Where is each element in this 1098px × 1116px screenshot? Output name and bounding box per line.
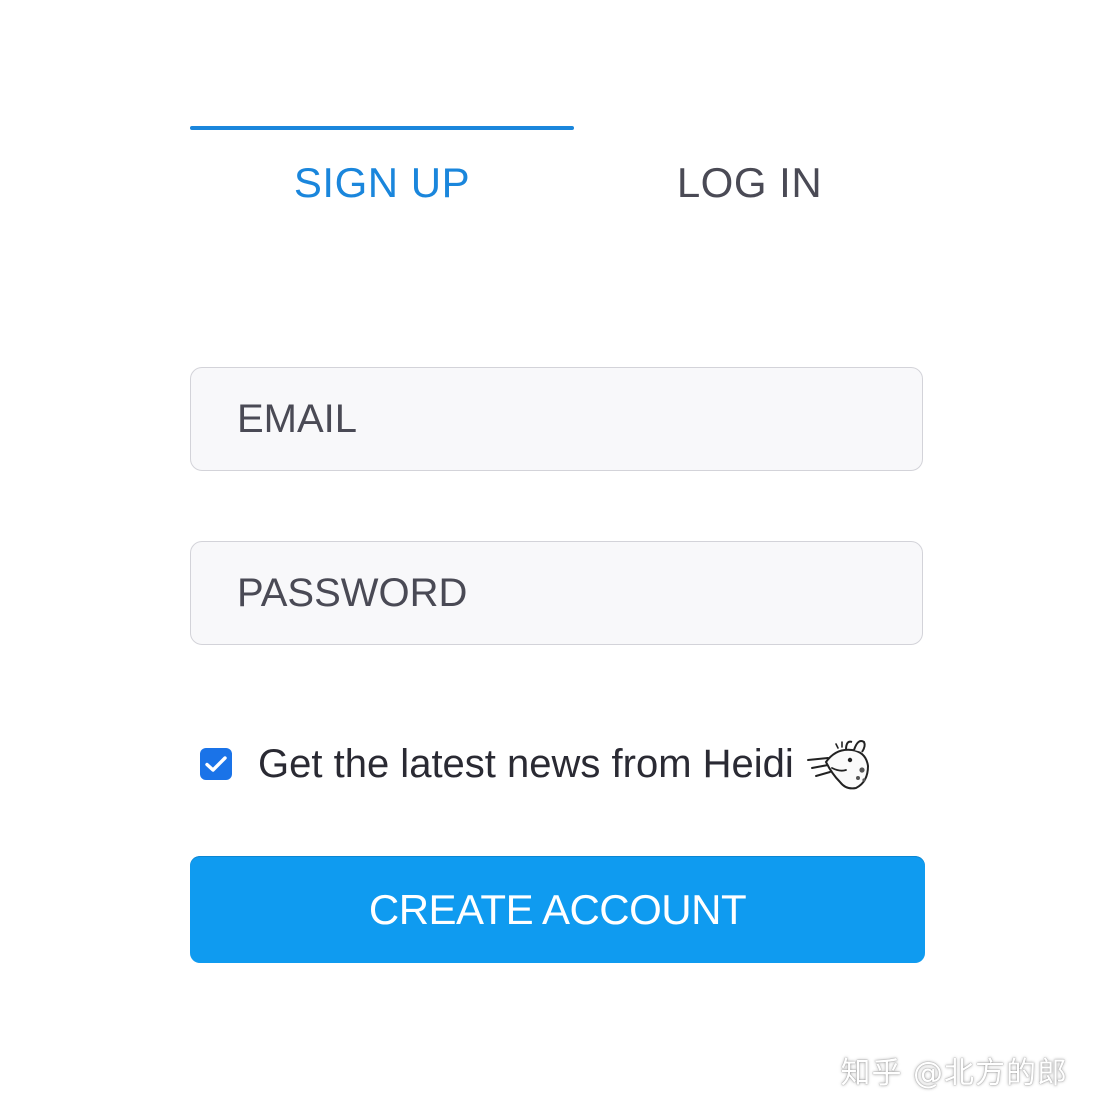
watermark-text: 知乎 @北方的郎 xyxy=(840,1056,1068,1091)
newsletter-option: Get the latest news from Heidi xyxy=(200,732,876,796)
newsletter-checkbox[interactable] xyxy=(200,748,232,780)
tab-log-in[interactable]: LOG IN xyxy=(574,126,925,236)
password-field-container xyxy=(190,541,923,645)
heidi-mascot-icon xyxy=(806,740,869,790)
newsletter-label: Get the latest news from Heidi xyxy=(258,741,794,786)
email-input[interactable] xyxy=(191,368,922,470)
tab-sign-up-label: SIGN UP xyxy=(293,159,471,206)
checkmark-icon xyxy=(205,756,227,772)
create-account-button[interactable]: CREATE ACCOUNT xyxy=(190,856,925,963)
auth-tabs: SIGN UP LOG IN xyxy=(190,126,925,236)
tab-sign-up[interactable]: SIGN UP xyxy=(190,126,574,236)
tab-log-in-label: LOG IN xyxy=(676,159,823,206)
password-input[interactable] xyxy=(191,542,922,644)
email-field-container xyxy=(190,367,923,471)
